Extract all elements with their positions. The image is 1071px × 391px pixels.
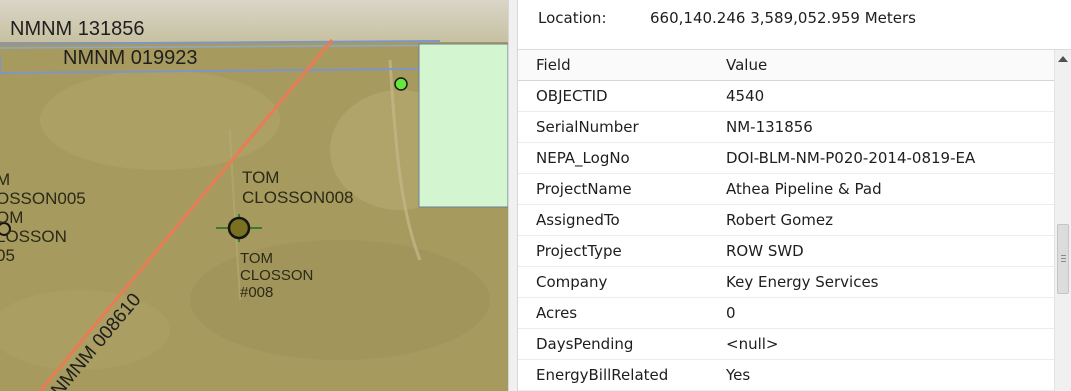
parcel-label-019923: NMNM 019923 <box>63 47 198 69</box>
parcel-label-131856: NMNM 131856 <box>10 18 145 40</box>
field-value: Athea Pipeline & Pad <box>726 180 882 198</box>
column-header-field[interactable]: Field <box>536 56 571 74</box>
panel-splitter[interactable] <box>508 0 518 391</box>
well-point-green-icon[interactable] <box>394 77 408 91</box>
well-point-icon[interactable] <box>227 216 251 240</box>
field-name: ProjectName <box>536 180 632 198</box>
grip-line <box>1061 258 1066 259</box>
column-header-value[interactable]: Value <box>726 56 767 74</box>
field-name: SerialNumber <box>536 118 639 136</box>
table-header: Field Value <box>518 50 1054 81</box>
field-value: Robert Gomez <box>726 211 834 229</box>
field-name: ProjectType <box>536 242 622 260</box>
field-value: <null> <box>726 335 779 353</box>
location-value: 660,140.246 3,589,052.959 Meters <box>650 9 916 27</box>
grip-line <box>1061 255 1066 256</box>
field-value: ROW SWD <box>726 242 804 260</box>
well-label-tom-closson-hash008: TOM CLOSSON #008 <box>240 250 314 301</box>
identify-panel: Location: 660,140.246 3,589,052.959 Mete… <box>518 0 1071 391</box>
field-name: NEPA_LogNo <box>536 149 630 167</box>
table-row[interactable]: EnergyBillRelated Yes <box>518 360 1054 391</box>
table-row[interactable]: ProjectType ROW SWD <box>518 236 1054 267</box>
field-name: DaysPending <box>536 335 634 353</box>
field-value: DOI-BLM-NM-P020-2014-0819-EA <box>726 149 976 167</box>
table-row[interactable]: SerialNumber NM-131856 <box>518 112 1054 143</box>
scroll-up-icon[interactable] <box>1058 56 1068 62</box>
field-value: Key Energy Services <box>726 273 879 291</box>
location-row: Location: 660,140.246 3,589,052.959 Mete… <box>518 0 1071 50</box>
field-name: Acres <box>536 304 578 322</box>
field-value: Yes <box>726 366 751 384</box>
attribute-table: Field Value OBJECTID 4540 SerialNumber NM-1… <box>518 50 1054 391</box>
field-value: NM-131856 <box>726 118 813 136</box>
well-label-tom-closson-008: TOM CLOSSON008 <box>242 168 354 207</box>
location-label: Location: <box>538 9 607 27</box>
field-name: OBJECTID <box>536 87 608 105</box>
field-value: 4540 <box>726 87 765 105</box>
table-row[interactable]: Company Key Energy Services <box>518 267 1054 298</box>
field-name: Company <box>536 273 608 291</box>
vertical-scrollbar[interactable] <box>1054 50 1071 391</box>
selected-parcel[interactable] <box>418 43 508 208</box>
field-name: EnergyBillRelated <box>536 366 669 384</box>
table-row[interactable]: Acres 0 <box>518 298 1054 329</box>
terrain-patch <box>190 240 490 360</box>
grip-line <box>1061 261 1066 262</box>
table-row[interactable]: DaysPending <null> <box>518 329 1054 360</box>
table-row[interactable]: AssignedTo Robert Gomez <box>518 205 1054 236</box>
table-row[interactable]: ProjectName Athea Pipeline & Pad <box>518 174 1054 205</box>
terrain-patch <box>40 70 280 170</box>
map-view[interactable]: NMNM 131856 NMNM 019923 NMNM 008610 M OS… <box>0 0 508 391</box>
table-row[interactable]: NEPA_LogNo DOI-BLM-NM-P020-2014-0819-EA <box>518 143 1054 174</box>
scrollbar-thumb[interactable] <box>1057 224 1069 294</box>
well-label-left: M OSSON005 OM LOSSON 05 <box>0 170 86 265</box>
field-name: AssignedTo <box>536 211 620 229</box>
field-value: 0 <box>726 304 736 322</box>
table-row[interactable]: OBJECTID 4540 <box>518 81 1054 112</box>
